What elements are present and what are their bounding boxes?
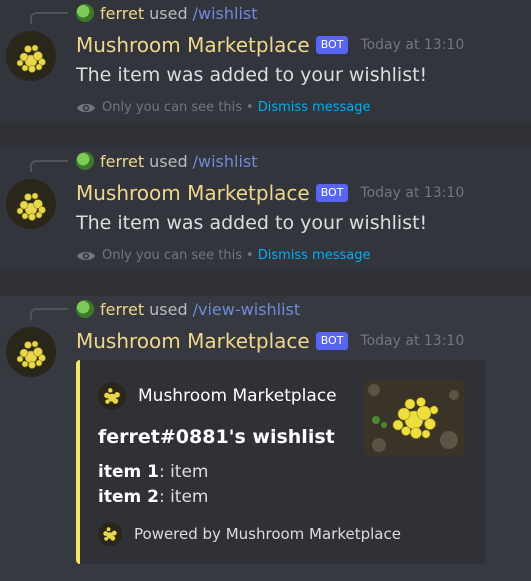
bot-name[interactable]: Mushroom Marketplace [76,33,310,57]
bot-badge: BOT [315,332,349,350]
message-divider [0,270,531,296]
user-mini-avatar [76,152,94,170]
embed-author-icon [98,382,126,410]
embed-footer: Powered by Mushroom Marketplace [98,522,401,546]
reply-used-text: used [149,3,188,23]
ephemeral-text: Only you can see this [102,248,243,263]
bot-badge: BOT [315,184,349,202]
timestamp[interactable]: Today at 13:10 [360,37,464,53]
reply-command[interactable]: /wishlist [193,152,258,171]
message-1: ferret used /wishlist Mushroom Marketpla… [0,0,531,122]
dismiss-message-link[interactable]: Dismiss message [258,248,371,263]
message-3: ferret used /view-wishlist Mushroom Mark… [0,296,531,581]
embed-author: Mushroom Marketplace [98,382,337,410]
field-name: item 2 [98,487,159,507]
wishlist-item-2: item 2: item [98,487,209,507]
ephemeral-notice: Only you can see this • Dismiss message [76,100,371,115]
bot-name[interactable]: Mushroom Marketplace [76,329,310,353]
reply-command[interactable]: /view-wishlist [193,300,301,319]
eye-icon [77,103,95,112]
message-header: Mushroom Marketplace BOT Today at 13:10 [76,180,464,206]
reply-connector [30,160,68,172]
bot-badge: BOT [315,36,349,54]
reply-username[interactable]: ferret [100,152,144,171]
reply-username[interactable]: ferret [100,4,144,23]
user-mini-avatar [76,300,94,318]
message-divider [0,122,531,148]
bot-avatar[interactable] [6,179,56,229]
embed-thumbnail[interactable] [364,380,464,456]
message-header: Mushroom Marketplace BOT Today at 13:10 [76,328,464,354]
message-content: The item was added to your wishlist! [76,212,428,234]
field-value: : item [158,462,209,482]
user-mini-avatar [76,4,94,22]
field-name: item 1 [98,462,159,482]
separator-dot: • [246,248,254,263]
bot-name[interactable]: Mushroom Marketplace [76,181,310,205]
reply-used-text: used [149,299,188,319]
command-reply-line[interactable]: ferret used /view-wishlist [76,297,300,321]
bot-avatar[interactable] [6,327,56,377]
ephemeral-notice: Only you can see this • Dismiss message [76,248,371,263]
reply-used-text: used [149,151,188,171]
embed-author-name[interactable]: Mushroom Marketplace [138,386,337,406]
separator-dot: • [246,100,254,115]
message-content: The item was added to your wishlist! [76,64,428,86]
reply-connector [30,12,68,24]
reply-command[interactable]: /wishlist [193,4,258,23]
command-reply-line[interactable]: ferret used /wishlist [76,149,258,173]
footer-icon [98,522,122,546]
reply-username[interactable]: ferret [100,300,144,319]
message-2: ferret used /wishlist Mushroom Marketpla… [0,148,531,270]
command-reply-line[interactable]: ferret used /wishlist [76,1,258,25]
wishlist-item-1: item 1: item [98,462,209,482]
eye-icon [77,251,95,260]
bot-avatar[interactable] [6,31,56,81]
dismiss-message-link[interactable]: Dismiss message [258,100,371,115]
field-value: : item [158,487,209,507]
embed-title: ferret#0881's wishlist [98,426,335,448]
reply-connector [30,308,68,320]
ephemeral-text: Only you can see this [102,100,243,115]
timestamp[interactable]: Today at 13:10 [360,185,464,201]
timestamp[interactable]: Today at 13:10 [360,333,464,349]
wishlist-embed: Mushroom Marketplace ferret#0881's wishl… [76,360,486,564]
footer-text: Powered by Mushroom Marketplace [134,525,401,543]
message-header: Mushroom Marketplace BOT Today at 13:10 [76,32,464,58]
